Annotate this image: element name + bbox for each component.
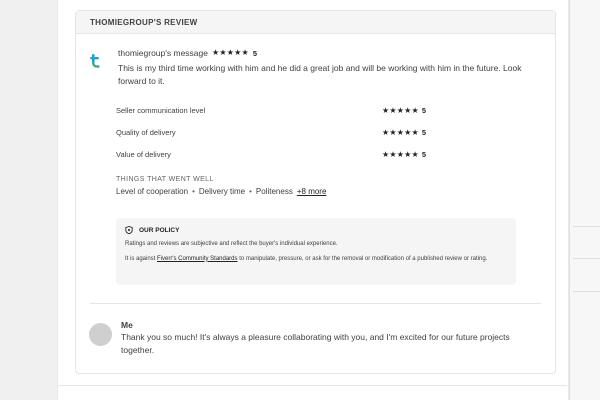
review-card: THOMIEGROUP'S REVIEW thomiegroup's messa… <box>75 10 556 374</box>
policy-box: OUR POLICY Ratings and reviews are subje… <box>116 218 516 285</box>
things-went-well: THINGS THAT WENT WELL Level of cooperati… <box>116 176 515 196</box>
community-standards-link[interactable]: Fiverr's Community Standards <box>157 256 238 262</box>
rating-label: Value of delivery <box>116 150 171 159</box>
rating-score: 5 <box>421 128 427 137</box>
rating-row-value: Value of delivery ★★★★★ 5 <box>116 150 515 159</box>
tag-item: Level of cooperation <box>116 187 189 196</box>
tag-item: Delivery time <box>198 187 246 196</box>
policy-text-trail: to manipulate, pressure, or ask for the … <box>237 255 488 262</box>
side-panel-divider <box>573 258 600 259</box>
review-message: This is my third time working with him a… <box>118 63 522 86</box>
policy-heading: OUR POLICY <box>139 226 180 234</box>
rating-row-quality: Quality of delivery ★★★★★ 5 <box>116 128 515 137</box>
rating-label: Quality of delivery <box>116 128 176 137</box>
reply-author: Me <box>121 320 133 330</box>
star-rating-icon: ★★★★★ <box>382 127 419 137</box>
thomiegroup-logo-icon <box>90 54 100 68</box>
shield-icon <box>125 226 133 234</box>
policy-text-1: Ratings and reviews are subjective and r… <box>125 241 338 247</box>
avatar <box>89 323 112 346</box>
seller-reply: Me Thank you so much! It's always a plea… <box>89 320 525 356</box>
side-panel-edge <box>569 0 600 400</box>
rating-score: 5 <box>421 106 427 115</box>
policy-text-lead: It is against <box>125 255 158 262</box>
review-card-header: THOMIEGROUP'S REVIEW <box>76 11 555 34</box>
review-title-row: thomiegroup's message ★★★★★ 5 <box>118 48 535 58</box>
side-panel-divider <box>573 226 600 227</box>
star-rating-icon: ★★★★★ <box>382 149 419 159</box>
star-rating-icon: ★★★★★ <box>211 48 249 57</box>
tag-item: Politeness <box>255 187 293 196</box>
tag-separator: • <box>192 187 195 196</box>
rating-label: Seller communication level <box>116 106 206 115</box>
overall-score: 5 <box>252 48 258 58</box>
went-well-heading: THINGS THAT WENT WELL <box>116 176 214 183</box>
side-panel-divider <box>573 291 600 292</box>
rating-row-communication: Seller communication level ★★★★★ 5 <box>116 106 515 115</box>
tag-separator: • <box>249 187 252 196</box>
policy-text-2: It is against Fiverr's Community Standar… <box>125 255 507 264</box>
section-divider <box>57 385 567 386</box>
reviewer-message-title: thomiegroup's message <box>118 48 208 58</box>
went-well-tags: Level of cooperation • Delivery time • P… <box>116 187 515 196</box>
policy-header: OUR POLICY <box>125 226 507 234</box>
star-rating-icon: ★★★★★ <box>382 105 419 115</box>
section-divider <box>90 303 541 304</box>
rating-score: 5 <box>421 150 427 159</box>
reply-message: Thank you so much! It's always a pleasur… <box>121 332 510 355</box>
buyer-review: thomiegroup's message ★★★★★ 5 This is my… <box>89 48 535 87</box>
more-tags-link[interactable]: +8 more <box>297 187 327 196</box>
